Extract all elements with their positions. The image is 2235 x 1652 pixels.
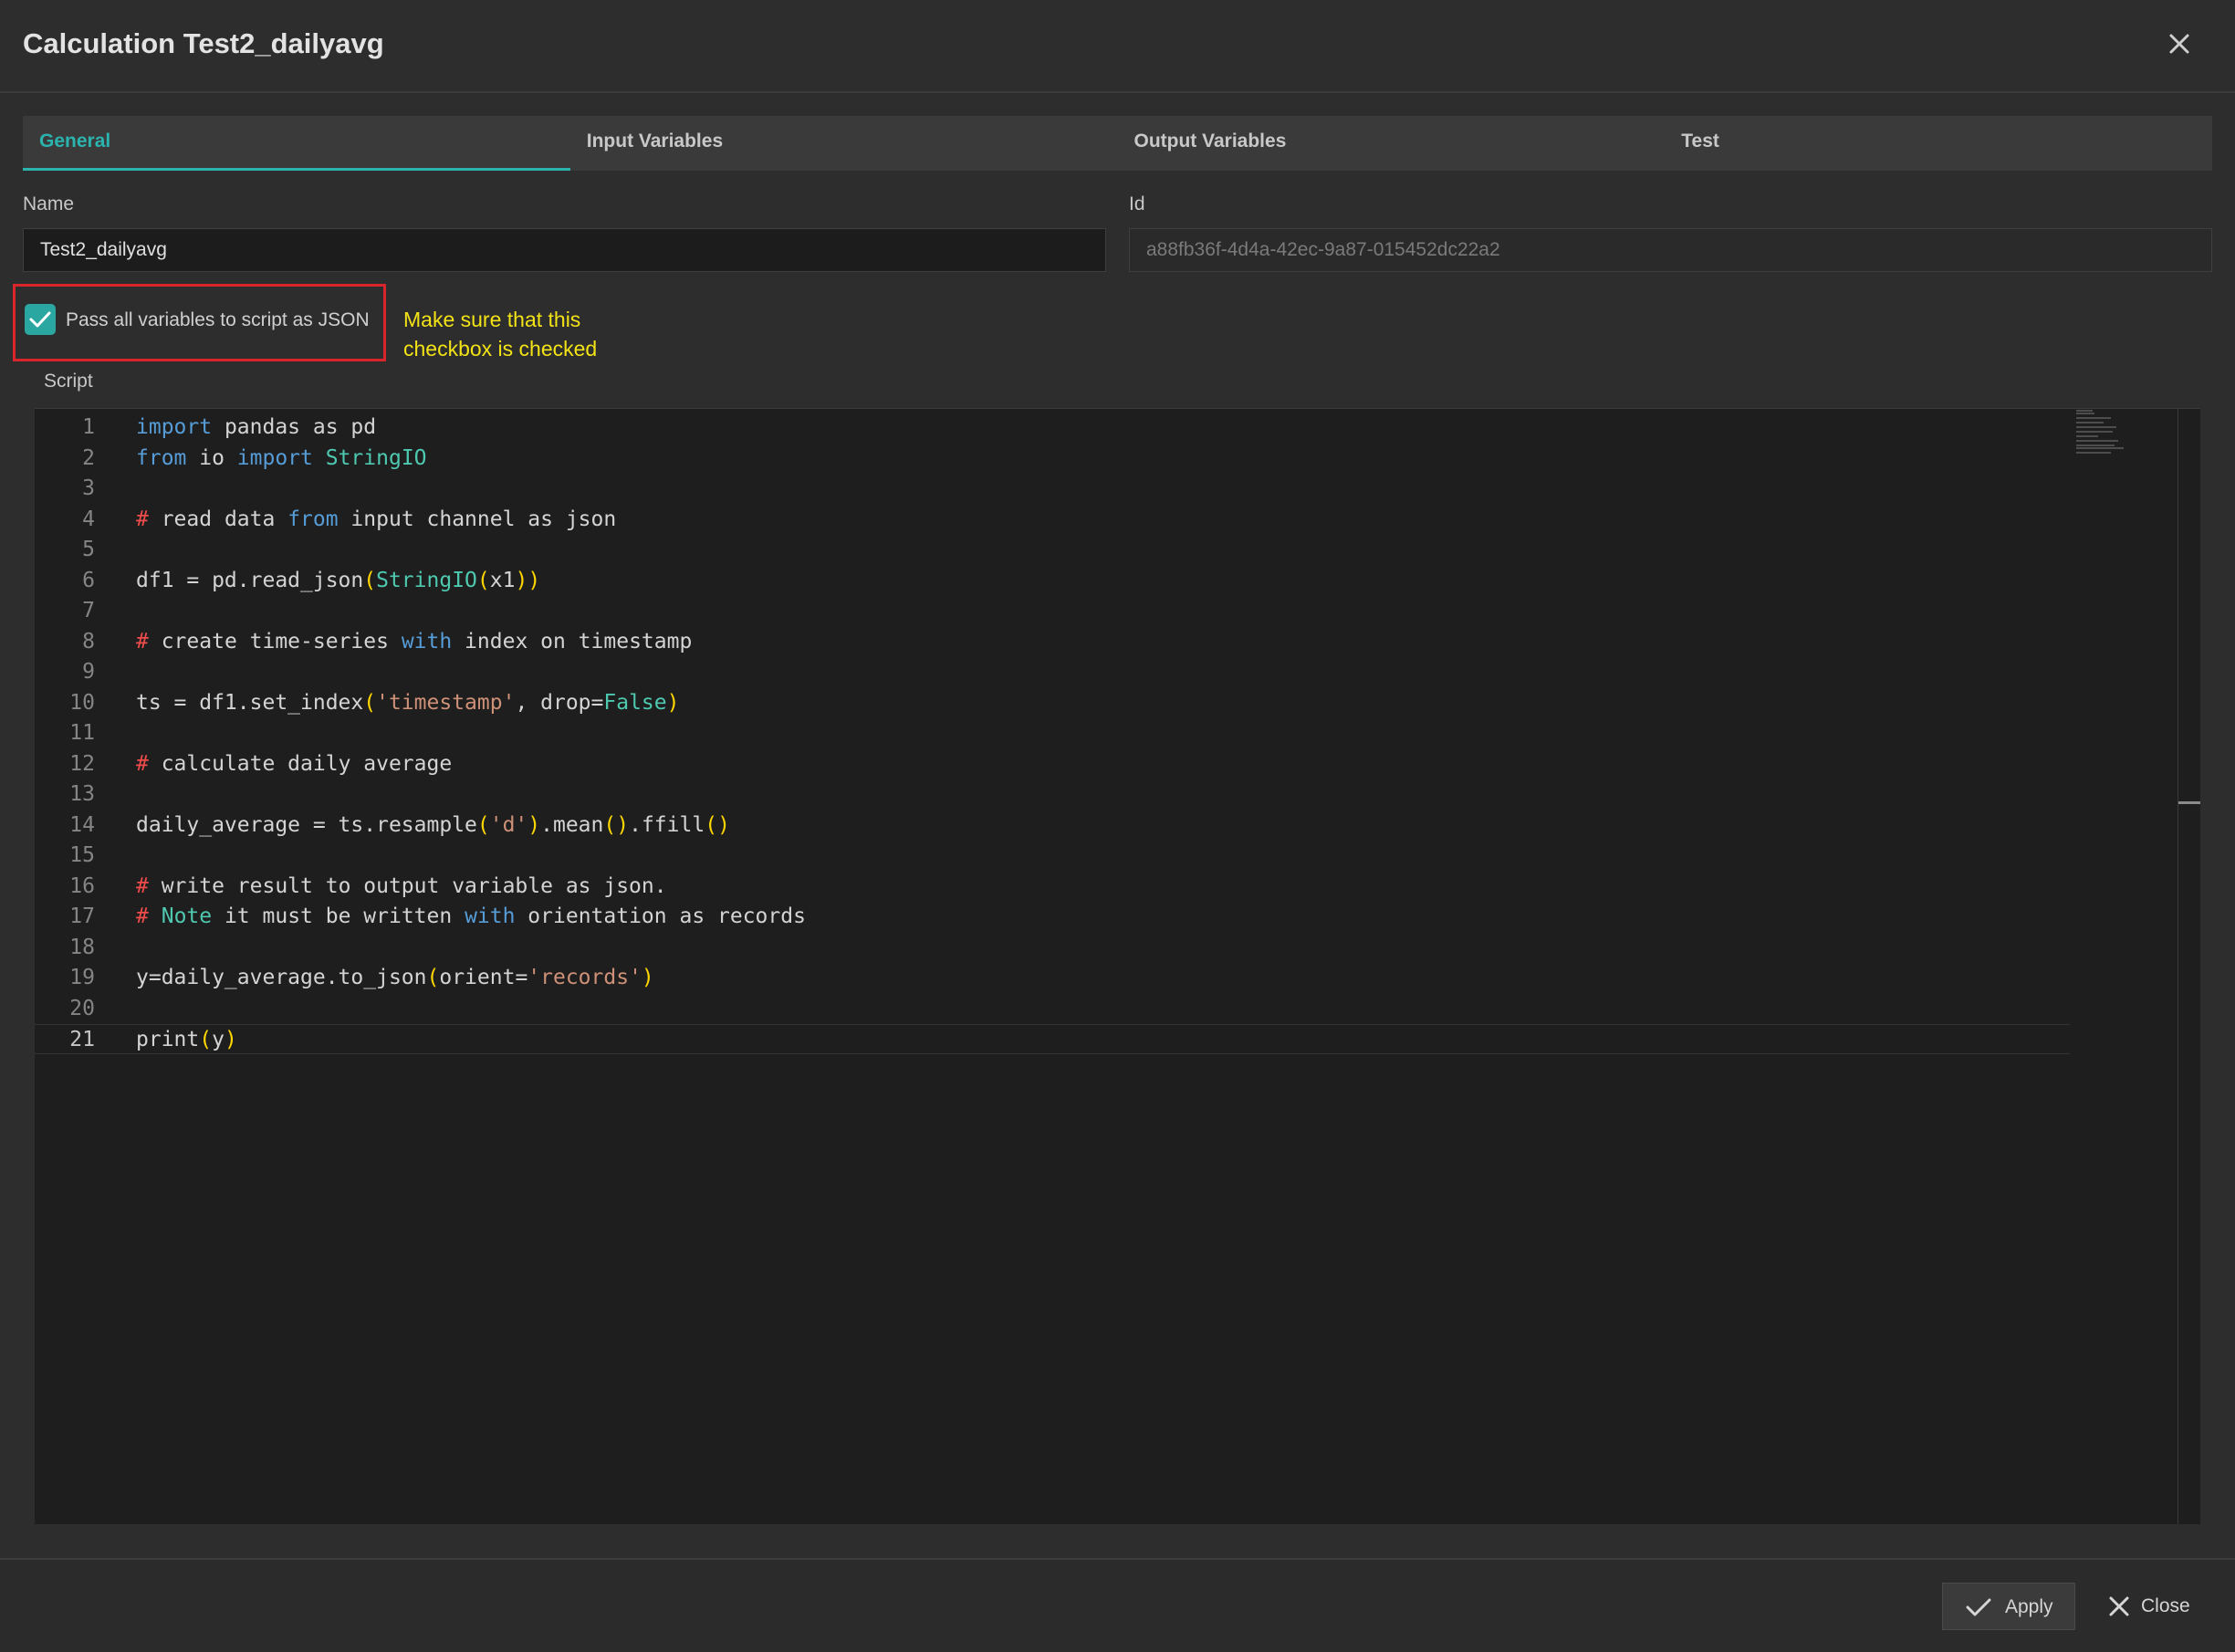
line-number: 2 (82, 445, 95, 470)
code-line[interactable]: 10 ts = df1.set_index('timestamp', drop=F… (35, 688, 2070, 718)
tab-input-variables[interactable]: Input Variables (570, 116, 1118, 171)
editor-minimap[interactable] (2074, 409, 2129, 455)
code-line[interactable]: 8 # create time-series with index on time… (35, 627, 2070, 657)
line-number: 16 (69, 873, 95, 898)
code-line[interactable]: 1 import pandas as pd (35, 413, 2070, 443)
code-text: print(y) (136, 1028, 237, 1051)
code-text: ts = df1.set_index('timestamp', drop=Fal… (136, 690, 680, 715)
code-line[interactable]: 17 # Note it must be written with orienta… (35, 902, 2070, 932)
dialog-footer (0, 1558, 2235, 1652)
line-number: 9 (82, 660, 95, 684)
line-number: 17 (69, 904, 95, 928)
code-text: # Note it must be written with orientati… (136, 904, 806, 928)
code-line[interactable]: 2 from io import StringIO (35, 444, 2070, 474)
name-label: Name (23, 193, 75, 214)
name-field[interactable]: Test2_dailyavg (23, 228, 1106, 272)
close-icon[interactable] (2163, 27, 2196, 60)
checkmark-icon (29, 311, 51, 328)
pass-json-checkbox[interactable] (25, 304, 56, 335)
editor-scroll-marker[interactable] (2178, 801, 2200, 804)
code-text: from io import StringIO (136, 445, 427, 470)
code-line[interactable]: 3 (35, 474, 2070, 504)
line-number: 11 (69, 721, 95, 745)
code-line[interactable]: 9 (35, 657, 2070, 687)
tab-input-variables-label: Input Variables (586, 131, 724, 152)
code-line[interactable]: 6 df1 = pd.read_json(StringIO(x1)) (35, 566, 2070, 596)
code-text: df1 = pd.read_json(StringIO(x1)) (136, 568, 541, 592)
apply-check-icon (1966, 1598, 1991, 1616)
line-number: 3 (82, 476, 95, 500)
code-line[interactable]: 20 (35, 994, 2070, 1024)
code-line[interactable]: 13 (35, 779, 2070, 810)
line-number: 12 (69, 751, 95, 776)
close-x-icon (2109, 1596, 2129, 1616)
annotation-line-2: checkbox is checked (403, 337, 598, 361)
code-text: # write result to output variable as jso… (136, 873, 667, 898)
line-number: 14 (69, 812, 95, 837)
code-line[interactable]: 21 print(y) (35, 1024, 2070, 1054)
line-number: 20 (69, 996, 95, 1020)
apply-button-label: Apply (2005, 1596, 2053, 1617)
code-text: # read data from input channel as json (136, 507, 617, 531)
dialog-title: Calculation Test2_dailyavg (23, 27, 384, 59)
script-editor[interactable]: 1 import pandas as pd 2 from io import Stri… (35, 408, 2200, 1524)
id-label: Id (1129, 193, 1145, 214)
code-text: y=daily_average.to_json(orient='records'… (136, 966, 654, 989)
tab-general[interactable]: General (23, 116, 570, 171)
code-line[interactable]: 5 (35, 535, 2070, 565)
line-number: 6 (82, 568, 95, 592)
code-text: daily_average = ts.resample('d').mean().… (136, 812, 730, 837)
code-line[interactable]: 11 (35, 718, 2070, 748)
annotation-line-1: Make sure that this (403, 308, 581, 331)
code-line[interactable]: 18 (35, 933, 2070, 963)
line-number: 19 (69, 966, 95, 989)
tab-bar: General Input Variables Output Variables… (23, 116, 2212, 171)
id-field: a88fb36f-4d4a-42ec-9a87-015452dc22a2 (1129, 228, 2212, 272)
code-line[interactable]: 4 # read data from input channel as json (35, 505, 2070, 535)
line-number: 4 (82, 507, 95, 531)
tab-output-variables[interactable]: Output Variables (1118, 116, 1666, 171)
line-number: 1 (82, 415, 95, 439)
line-number: 7 (82, 599, 95, 622)
code-line[interactable]: 15 (35, 841, 2070, 871)
code-line[interactable]: 7 (35, 596, 2070, 626)
line-number: 15 (69, 843, 95, 867)
pass-json-checkbox-label[interactable]: Pass all variables to script as JSON (66, 309, 370, 331)
code-line[interactable]: 19 y=daily_average.to_json(orient='record… (35, 963, 2070, 993)
annotation-note: Make sure that this checkbox is checked (403, 305, 597, 363)
close-button[interactable]: Close (2101, 1583, 2210, 1630)
apply-button[interactable]: Apply (1942, 1583, 2075, 1630)
line-number: 21 (69, 1028, 95, 1051)
tab-general-label: General (39, 131, 111, 152)
tab-test-label: Test (1681, 131, 1719, 152)
tab-output-variables-label: Output Variables (1133, 131, 1287, 152)
script-label: Script (44, 371, 93, 392)
tab-test[interactable]: Test (1665, 116, 2212, 171)
line-number: 8 (82, 629, 95, 653)
line-number: 5 (82, 538, 95, 561)
code-line[interactable]: 12 # calculate daily average (35, 749, 2070, 779)
line-number: 10 (69, 690, 95, 715)
dialog-header: Calculation Test2_dailyavg (0, 0, 2235, 93)
code-text: import pandas as pd (136, 415, 377, 439)
line-number: 18 (69, 935, 95, 959)
close-button-label: Close (2141, 1595, 2190, 1616)
code-line[interactable]: 16 # write result to output variable as j… (35, 872, 2070, 902)
code-text: # calculate daily average (136, 751, 453, 776)
code-text: # create time-series with index on times… (136, 629, 693, 653)
line-number: 13 (69, 782, 95, 806)
code-line[interactable]: 14 daily_average = ts.resample('d').mean(… (35, 810, 2070, 841)
